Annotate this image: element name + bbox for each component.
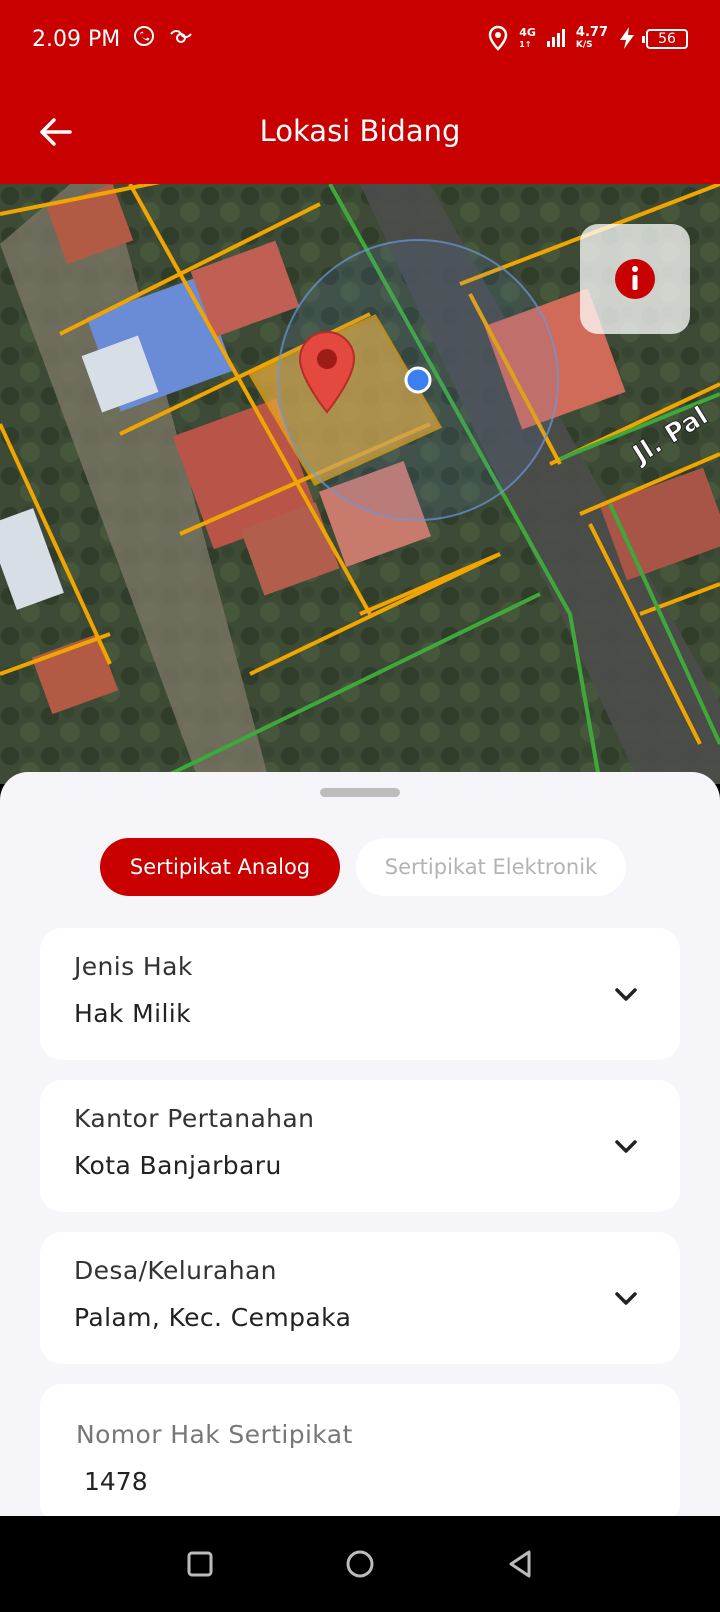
- certificate-tabs: Sertipikat Analog Sertipikat Elektronik: [100, 838, 626, 896]
- recents-button[interactable]: [176, 1540, 224, 1588]
- page-title: Lokasi Bidang: [259, 114, 461, 148]
- sheet-drag-handle[interactable]: [320, 788, 400, 797]
- tab-sertipikat-analog[interactable]: Sertipikat Analog: [100, 838, 340, 896]
- map-view[interactable]: Jl. Pal: [0, 184, 720, 784]
- app-bar: Lokasi Bidang: [0, 78, 720, 184]
- system-nav-bar: [0, 1516, 720, 1612]
- map-pin-icon: [298, 330, 356, 414]
- network-indicator: 4G 1↑: [519, 26, 536, 50]
- jenis-hak-value: Hak Milik: [74, 999, 192, 1028]
- nomor-hak-card: Nomor Hak Sertipikat: [40, 1384, 680, 1524]
- nomor-hak-input[interactable]: [84, 1467, 624, 1496]
- nomor-hak-label: Nomor Hak Sertipikat: [76, 1420, 353, 1449]
- chevron-down-icon: [615, 1292, 637, 1305]
- desa-kelurahan-value: Palam, Kec. Cempaka: [74, 1303, 352, 1332]
- notification-app-icon: [168, 26, 194, 52]
- arrow-left-icon: [40, 118, 72, 146]
- jenis-hak-dropdown[interactable]: Jenis Hak Hak Milik: [40, 928, 680, 1060]
- whatsapp-icon: [132, 24, 156, 54]
- chevron-down-icon: [615, 1140, 637, 1153]
- status-bar: 2.09 PM 4G 1↑ 4.77 K/S 56: [0, 0, 720, 78]
- info-icon: [615, 259, 655, 299]
- kantor-pertanahan-label: Kantor Pertanahan: [74, 1104, 315, 1133]
- desa-kelurahan-dropdown[interactable]: Desa/Kelurahan Palam, Kec. Cempaka: [40, 1232, 680, 1364]
- back-button[interactable]: [34, 112, 74, 152]
- status-time: 2.09 PM: [32, 26, 121, 52]
- back-nav-button[interactable]: [496, 1540, 544, 1588]
- chevron-down-icon: [615, 988, 637, 1001]
- square-icon: [187, 1551, 213, 1577]
- home-button[interactable]: [336, 1540, 384, 1588]
- bottom-sheet: Sertipikat Analog Sertipikat Elektronik …: [0, 772, 720, 1524]
- desa-kelurahan-label: Desa/Kelurahan: [74, 1256, 277, 1285]
- kantor-pertanahan-value: Kota Banjarbaru: [74, 1151, 282, 1180]
- info-button[interactable]: [580, 224, 690, 334]
- kantor-pertanahan-dropdown[interactable]: Kantor Pertanahan Kota Banjarbaru: [40, 1080, 680, 1212]
- signal-icon: [546, 28, 566, 51]
- tab-sertipikat-elektronik[interactable]: Sertipikat Elektronik: [356, 838, 626, 896]
- charging-icon: [618, 26, 636, 53]
- location-icon: [487, 25, 509, 54]
- circle-icon: [346, 1550, 374, 1578]
- speed-indicator: 4.77 K/S: [575, 25, 608, 50]
- jenis-hak-label: Jenis Hak: [74, 952, 193, 981]
- triangle-back-icon: [509, 1550, 531, 1578]
- battery-indicator: 56: [642, 29, 688, 49]
